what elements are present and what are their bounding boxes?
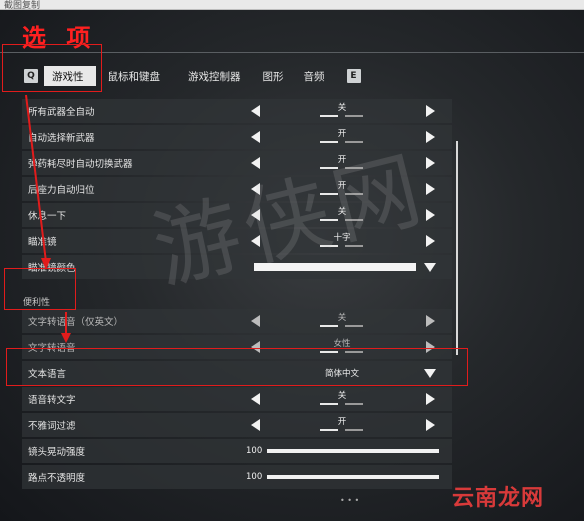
right-arrow-icon[interactable] [425,419,435,431]
toggle-indicator-on [320,429,338,431]
highlight-box-accessibility [4,268,76,310]
left-arrow-icon[interactable] [251,131,261,143]
brand-logo-text: 云南龙网 [452,486,545,511]
tab-mouse-keyboard[interactable]: 鼠标和键盘 [100,66,169,86]
right-arrow-icon[interactable] [425,157,435,169]
slider-value: 100 [246,446,263,456]
slider-value: 100 [246,472,263,482]
right-arrow-icon[interactable] [425,315,435,327]
setting-label: 路点不透明度 [28,473,86,484]
right-arrow-icon[interactable] [425,183,435,195]
highlight-box-text-language [6,348,468,386]
dropdown-caret-icon[interactable] [424,263,436,272]
setting-value: 关 [337,103,347,113]
tab-next-key[interactable]: E [346,69,361,83]
setting-row-profanity-filter[interactable]: 不雅词过滤 开 [22,413,452,437]
highlight-box-gameplay-tab [2,44,102,92]
setting-row-speech-to-text[interactable]: 语音转文字 关 [22,387,452,411]
setting-label: 自动选择新武器 [28,133,95,144]
setting-value: 开 [337,417,347,427]
toggle-indicator-off [345,115,363,117]
setting-label: 文字转语音（仅英文） [28,317,124,328]
waypoint-opacity-slider[interactable] [267,475,439,479]
window-title-bar: 截图复制 [0,0,584,11]
setting-value: 关 [337,313,347,323]
toggle-indicator-on [320,115,338,117]
left-arrow-icon[interactable] [251,393,261,405]
tab-controller[interactable]: 游戏控制器 [180,66,249,86]
setting-label: 休息一下 [28,211,67,222]
setting-value: 关 [337,391,347,401]
right-arrow-icon[interactable] [425,393,435,405]
left-arrow-icon[interactable] [251,419,261,431]
left-arrow-icon[interactable] [251,105,261,117]
setting-label: 后座力自动归位 [28,185,95,196]
setting-row-camera-shake[interactable]: 镜头晃动强度 100 [22,439,452,463]
setting-label: 语音转文字 [28,395,76,406]
right-arrow-icon[interactable] [425,105,435,117]
left-arrow-icon[interactable] [251,315,261,327]
setting-row-full-auto[interactable]: 所有武器全自动 关 [22,99,452,123]
toggle-indicator-on [320,325,338,327]
camera-shake-slider[interactable] [267,449,439,453]
toggle-indicator-off [345,429,363,431]
setting-label: 镜头晃动强度 [28,447,86,458]
setting-label: 瞄准镜 [28,237,57,248]
tab-graphics[interactable]: 图形 [255,66,292,86]
setting-row-waypoint-opacity[interactable]: 路点不透明度 100 [22,465,452,489]
setting-row-tts-english[interactable]: 文字转语音（仅英文） 关 [22,309,452,333]
tab-audio[interactable]: 音频 [296,66,333,86]
settings-scrollbar[interactable] [456,141,458,355]
window-title: 截图复制 [4,1,41,11]
more-indicator: • • • [340,496,360,505]
toggle-indicator-off [345,325,363,327]
toggle-indicator-on [320,403,338,405]
toggle-indicator-off [345,403,363,405]
setting-label: 所有武器全自动 [28,107,95,118]
right-arrow-icon[interactable] [425,131,435,143]
setting-label: 不雅词过滤 [28,421,76,432]
setting-label: 弹药耗尽时自动切换武器 [28,159,133,170]
